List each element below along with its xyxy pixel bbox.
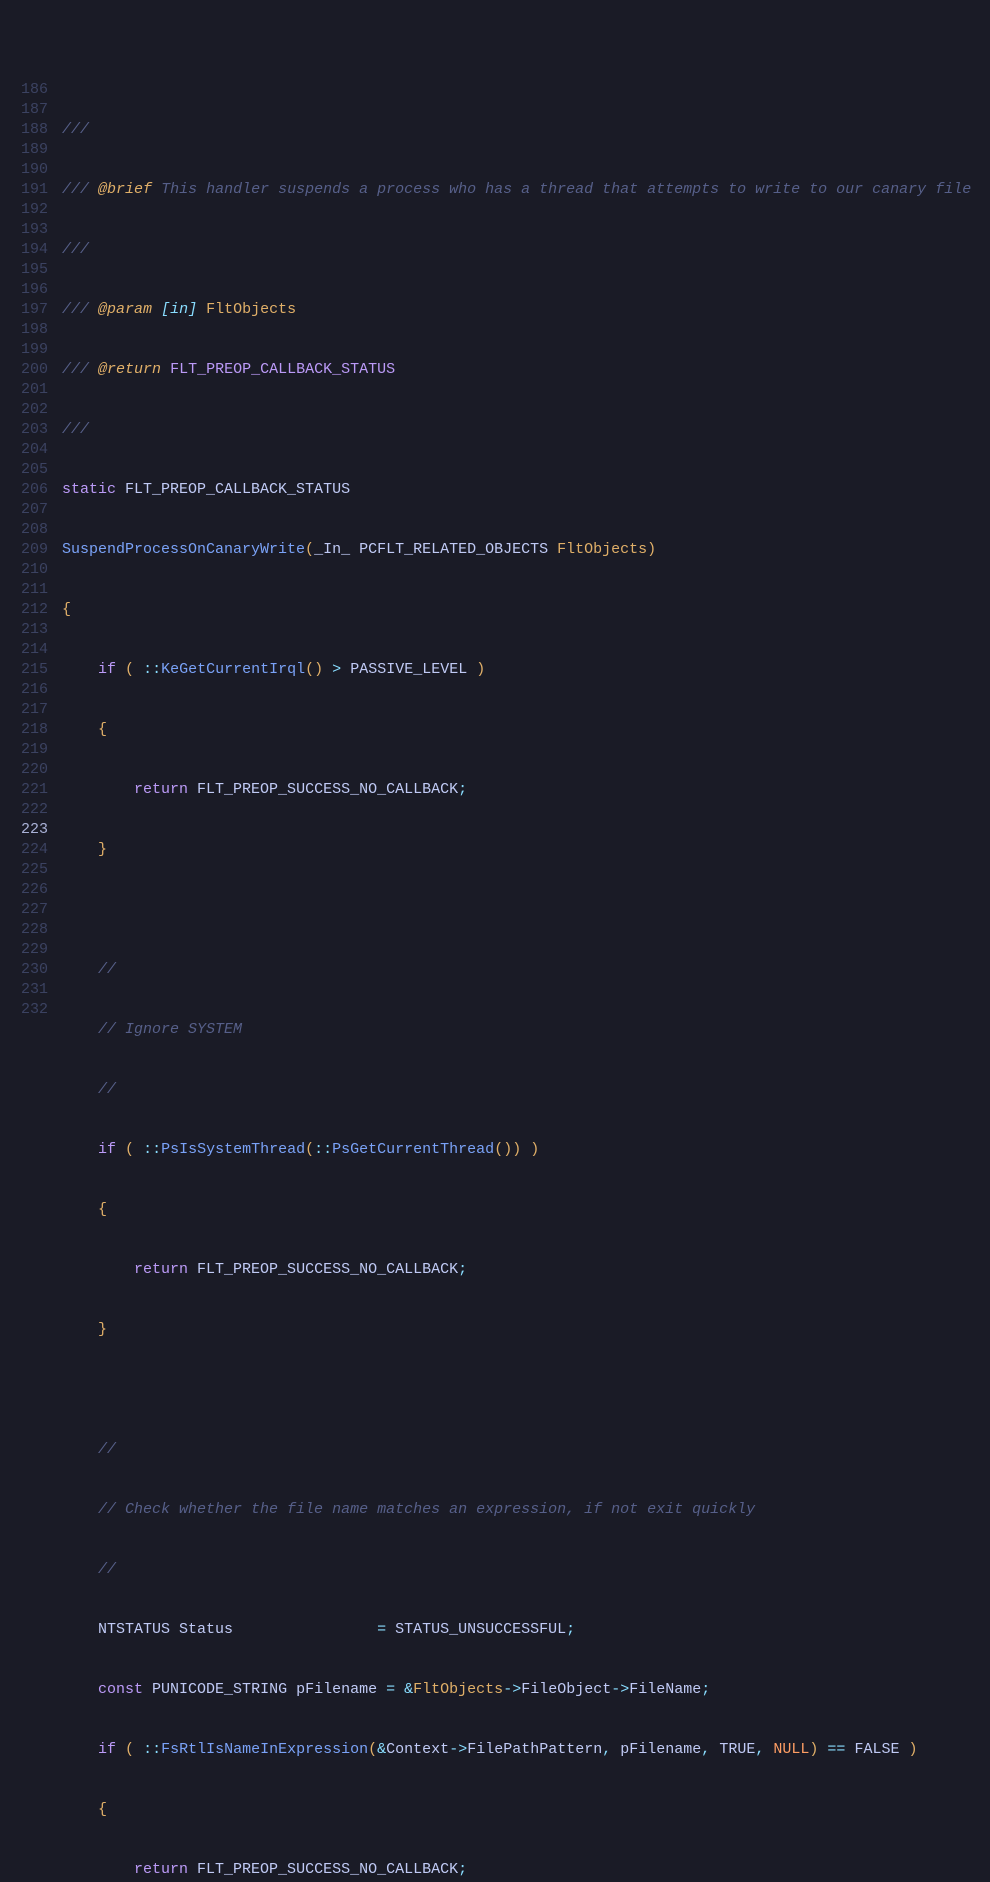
line-number: 191 <box>6 180 48 200</box>
line-number: 211 <box>6 580 48 600</box>
line-number: 219 <box>6 740 48 760</box>
line-number: 225 <box>6 860 48 880</box>
line-number: 190 <box>6 160 48 180</box>
line-number: 203 <box>6 420 48 440</box>
line-number: 196 <box>6 280 48 300</box>
code-line: return FLT_PREOP_SUCCESS_NO_CALLBACK; <box>62 1260 990 1280</box>
line-number: 208 <box>6 520 48 540</box>
line-number: 221 <box>6 780 48 800</box>
code-line: /// @brief This handler suspends a proce… <box>62 180 990 200</box>
line-number: 218 <box>6 720 48 740</box>
code-line: return FLT_PREOP_SUCCESS_NO_CALLBACK; <box>62 1860 990 1880</box>
code-line: // Ignore SYSTEM <box>62 1020 990 1040</box>
line-number: 223 <box>6 820 48 840</box>
line-number: 201 <box>6 380 48 400</box>
line-number: 210 <box>6 560 48 580</box>
line-number: 232 <box>6 1000 48 1020</box>
code-line: SuspendProcessOnCanaryWrite(_In_ PCFLT_R… <box>62 540 990 560</box>
code-line: { <box>62 1800 990 1820</box>
code-editor[interactable]: 1861871881891901911921931941951961971981… <box>0 80 990 1882</box>
line-number: 206 <box>6 480 48 500</box>
line-number: 209 <box>6 540 48 560</box>
code-line: if ( ::FsRtlIsNameInExpression(&Context-… <box>62 1740 990 1760</box>
line-number: 212 <box>6 600 48 620</box>
code-line: { <box>62 720 990 740</box>
code-line: const PUNICODE_STRING pFilename = &FltOb… <box>62 1680 990 1700</box>
code-line: // Check whether the file name matches a… <box>62 1500 990 1520</box>
line-number: 198 <box>6 320 48 340</box>
line-number: 194 <box>6 240 48 260</box>
line-number: 229 <box>6 940 48 960</box>
code-line <box>62 900 990 920</box>
line-number: 195 <box>6 260 48 280</box>
line-number: 230 <box>6 960 48 980</box>
code-line: // <box>62 1440 990 1460</box>
line-number: 202 <box>6 400 48 420</box>
line-number: 226 <box>6 880 48 900</box>
line-number: 192 <box>6 200 48 220</box>
code-line <box>62 1380 990 1400</box>
line-number: 213 <box>6 620 48 640</box>
line-number-gutter: 1861871881891901911921931941951961971981… <box>0 80 60 1882</box>
line-number: 228 <box>6 920 48 940</box>
code-line: // <box>62 1080 990 1100</box>
code-line: static FLT_PREOP_CALLBACK_STATUS <box>62 480 990 500</box>
line-number: 188 <box>6 120 48 140</box>
line-number: 214 <box>6 640 48 660</box>
line-number: 186 <box>6 80 48 100</box>
line-number: 205 <box>6 460 48 480</box>
line-number: 197 <box>6 300 48 320</box>
code-line: // <box>62 1560 990 1580</box>
line-number: 231 <box>6 980 48 1000</box>
code-line: /// <box>62 240 990 260</box>
line-number: 204 <box>6 440 48 460</box>
line-number: 187 <box>6 100 48 120</box>
code-line: return FLT_PREOP_SUCCESS_NO_CALLBACK; <box>62 780 990 800</box>
code-line: } <box>62 1320 990 1340</box>
line-number: 193 <box>6 220 48 240</box>
code-line: // <box>62 960 990 980</box>
line-number: 217 <box>6 700 48 720</box>
line-number: 216 <box>6 680 48 700</box>
code-line: if ( ::PsIsSystemThread(::PsGetCurrentTh… <box>62 1140 990 1160</box>
line-number: 224 <box>6 840 48 860</box>
code-line: /// <box>62 120 990 140</box>
code-area[interactable]: /// /// @brief This handler suspends a p… <box>60 80 990 1882</box>
line-number: 227 <box>6 900 48 920</box>
line-number: 222 <box>6 800 48 820</box>
line-number: 189 <box>6 140 48 160</box>
line-number: 220 <box>6 760 48 780</box>
code-line: { <box>62 600 990 620</box>
line-number: 215 <box>6 660 48 680</box>
code-line: } <box>62 840 990 860</box>
code-line: NTSTATUS Status = STATUS_UNSUCCESSFUL; <box>62 1620 990 1640</box>
line-number: 200 <box>6 360 48 380</box>
line-number: 207 <box>6 500 48 520</box>
code-line: if ( ::KeGetCurrentIrql() > PASSIVE_LEVE… <box>62 660 990 680</box>
line-number: 199 <box>6 340 48 360</box>
code-line: /// <box>62 420 990 440</box>
code-line: { <box>62 1200 990 1220</box>
code-line: /// @param [in] FltObjects <box>62 300 990 320</box>
code-line: /// @return FLT_PREOP_CALLBACK_STATUS <box>62 360 990 380</box>
